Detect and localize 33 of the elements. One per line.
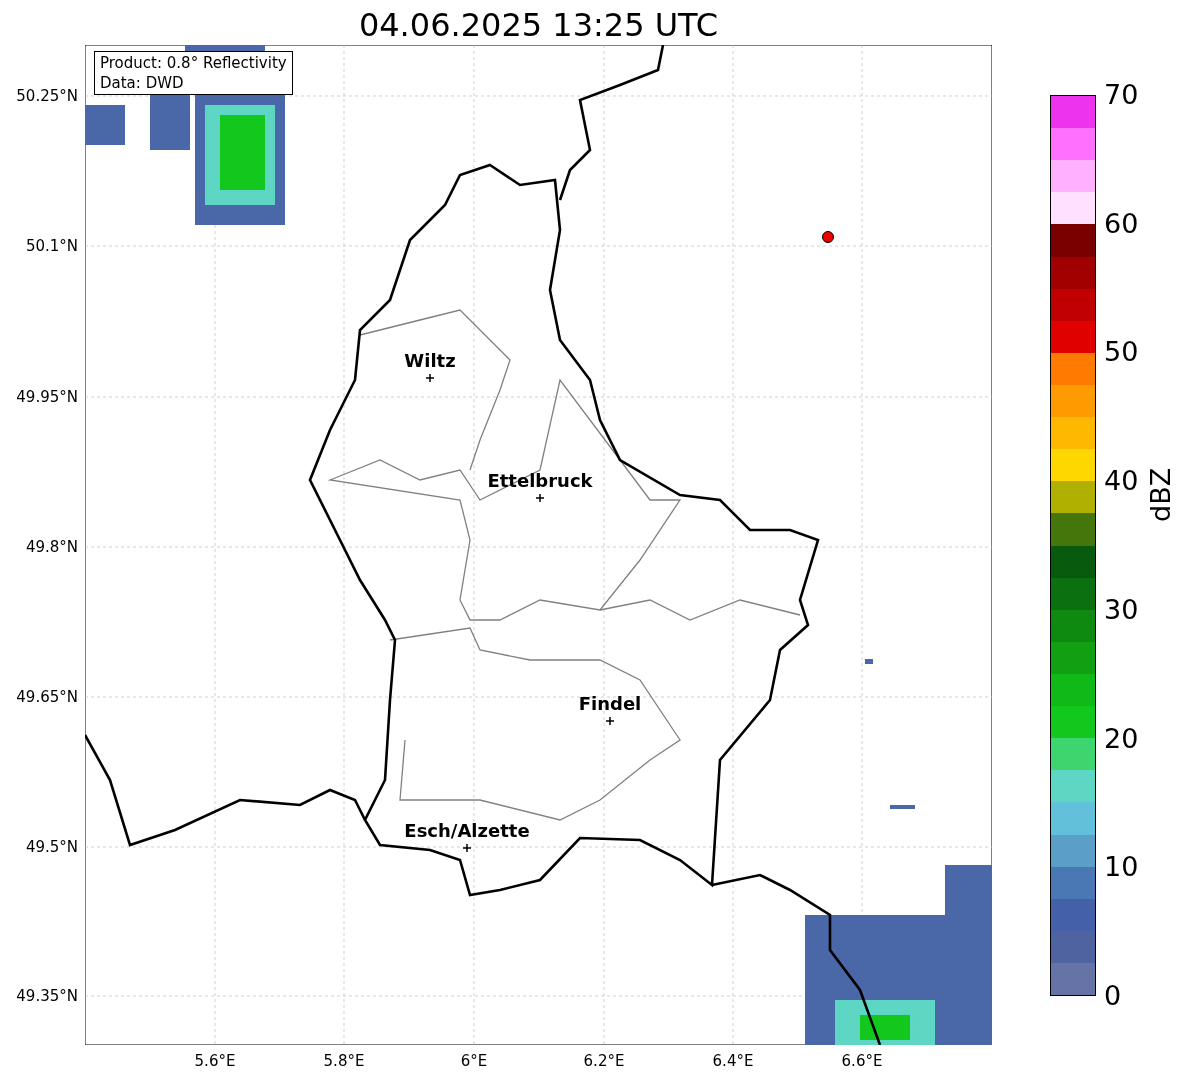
colorbar-tick-label: 70 [1104, 79, 1139, 111]
latitude-label: 49.95°N [16, 388, 78, 406]
longitude-label: 6.2°E [583, 1052, 625, 1070]
longitude-label: 5.8°E [323, 1052, 365, 1070]
city-label: Wiltz [404, 350, 456, 372]
city-marker-icon [606, 717, 614, 725]
colorbar-tick-label: 50 [1104, 336, 1139, 369]
city-marker-icon [536, 494, 544, 502]
latitude-label: 49.35°N [16, 987, 78, 1005]
city-label: Findel [578, 693, 642, 715]
colorbar-tick-label: 30 [1104, 593, 1139, 626]
longitude-label: 5.6°E [194, 1052, 236, 1070]
city-label: Esch/Alzette [404, 820, 530, 842]
info-text: Product: 0.8° Reflectivity [100, 53, 287, 73]
longitude-label: 6°E [460, 1052, 488, 1070]
longitude-label: 6.6°E [841, 1052, 883, 1070]
colorbar-tick-label: 10 [1104, 851, 1139, 884]
info-text: Data: DWD [100, 73, 185, 93]
colorbar-tick-label: 40 [1104, 465, 1139, 498]
latitude-label: 49.5°N [25, 838, 78, 856]
colorbar-tick-label: 60 [1104, 207, 1139, 240]
colorbar-label: dBZ [1145, 467, 1177, 522]
latitude-label: 50.25°N [16, 87, 78, 105]
colorbar-tick-label: 0 [1104, 980, 1122, 1012]
latitude-label: 49.65°N [16, 688, 78, 706]
longitude-label: 6.4°E [712, 1052, 754, 1070]
colorbar-tick-label: 20 [1104, 722, 1139, 755]
city-label: Ettelbruck [487, 470, 593, 492]
latitude-label: 49.8°N [25, 538, 78, 556]
chart-title: 04.06.2025 13:25 UTC [357, 5, 720, 46]
latitude-label: 50.1°N [25, 237, 78, 255]
city-marker-icon [426, 374, 434, 382]
city-marker-icon [463, 844, 471, 852]
